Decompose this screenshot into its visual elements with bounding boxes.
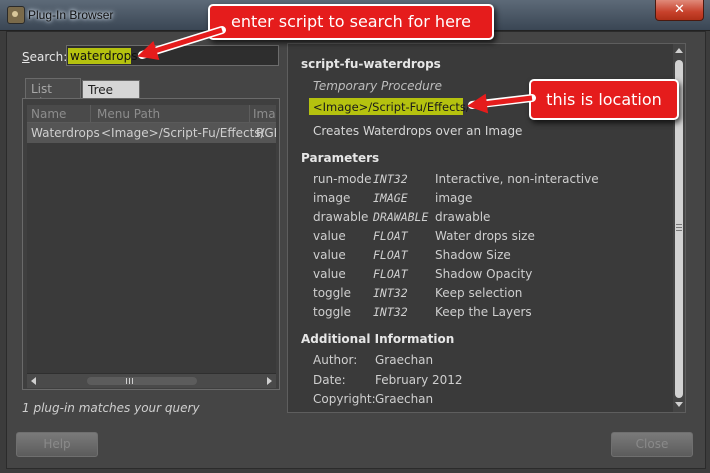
- info-value: Graechan: [375, 392, 434, 406]
- row-name: Waterdrops: [31, 126, 100, 140]
- search-input[interactable]: [70, 48, 270, 63]
- search-label: Search:: [22, 50, 67, 64]
- search-annotation-callout: enter script to search for here: [208, 4, 494, 40]
- scroll-left-arrow-icon[interactable]: [31, 377, 36, 385]
- procedure-name: script-fu-waterdrops: [301, 57, 441, 71]
- additional-info-heading: Additional Information: [301, 332, 455, 346]
- info-label: Copyright:: [313, 392, 376, 406]
- list-header: Name Menu Path Imag: [27, 105, 276, 123]
- parameter-name: toggle: [313, 286, 351, 300]
- parameter-type: INT32: [373, 305, 408, 319]
- search-label-rest: earch:: [29, 50, 68, 64]
- parameter-description: Interactive, non-interactive: [435, 172, 599, 186]
- parameter-description: Water drops size: [435, 229, 535, 243]
- tab-tree-view[interactable]: Tree View: [82, 80, 140, 111]
- column-separator: [249, 105, 250, 122]
- scroll-down-arrow-icon[interactable]: [675, 402, 683, 407]
- plugin-list-panel: Name Menu Path Imag Waterdrops <Image>/S…: [22, 98, 280, 390]
- info-label: Author:: [313, 353, 358, 367]
- search-label-accelerator: S: [22, 50, 30, 64]
- scroll-right-arrow-icon[interactable]: [267, 377, 272, 385]
- info-row-author: Author: Graechan: [313, 353, 433, 367]
- search-input-wrapper[interactable]: [66, 45, 279, 66]
- table-row[interactable]: Waterdrops <Image>/Script-Fu/Effects/ RG…: [27, 123, 276, 143]
- parameter-type: FLOAT: [373, 267, 408, 281]
- column-header-image[interactable]: Imag: [253, 107, 276, 121]
- column-header-menu-path[interactable]: Menu Path: [97, 107, 160, 121]
- close-button[interactable]: Close: [611, 432, 693, 457]
- parameter-type: INT32: [373, 172, 408, 186]
- parameter-name: toggle: [313, 305, 351, 319]
- info-label: Date:: [313, 373, 346, 387]
- column-header-name[interactable]: Name: [31, 107, 66, 121]
- parameter-type: IMAGE: [373, 191, 408, 205]
- parameter-description: drawable: [435, 210, 491, 224]
- scroll-up-arrow-icon[interactable]: [675, 48, 683, 53]
- info-row-date: Date: February 2012: [313, 373, 463, 387]
- procedure-type: Temporary Procedure: [313, 79, 443, 93]
- column-separator: [90, 105, 91, 122]
- info-value: Graechan: [375, 353, 434, 367]
- parameter-name: value: [313, 229, 346, 243]
- parameter-name: image: [313, 191, 351, 205]
- parameter-type: FLOAT: [373, 229, 408, 243]
- parameter-description: Shadow Opacity: [435, 267, 533, 281]
- match-count-text: 1 plug-in matches your query: [22, 401, 200, 415]
- window-close-button[interactable]: ✕: [655, 0, 704, 21]
- row-menu-path: <Image>/Script-Fu/Effects/: [101, 126, 265, 140]
- parameter-name: value: [313, 248, 346, 262]
- parameter-type: DRAWABLE: [373, 210, 429, 224]
- plugin-list: Name Menu Path Imag Waterdrops <Image>/S…: [27, 105, 276, 373]
- info-row-copyright: Copyright: Graechan: [313, 392, 433, 406]
- parameter-description: Keep selection: [435, 286, 523, 300]
- procedure-blurb: Creates Waterdrops over an Image: [313, 124, 523, 138]
- scrollbar-thumb[interactable]: [87, 377, 197, 385]
- tab-list-view[interactable]: List View: [25, 78, 81, 110]
- info-value: February 2012: [375, 373, 463, 387]
- parameter-name: run-mode: [313, 172, 372, 186]
- parameter-type: INT32: [373, 286, 408, 300]
- parameter-description: Keep the Layers: [435, 305, 532, 319]
- parameter-description: Shadow Size: [435, 248, 511, 262]
- location-annotation-callout: this is location: [529, 79, 679, 120]
- list-horizontal-scrollbar[interactable]: [27, 373, 276, 388]
- row-image-types: RGB: [256, 126, 276, 140]
- scrollbar-grip-icon: [676, 222, 682, 231]
- help-button[interactable]: Help: [16, 432, 98, 457]
- gimp-app-icon: [7, 6, 25, 24]
- parameter-type: FLOAT: [373, 248, 408, 262]
- procedure-location: <Image>/Script-Fu/Effects/: [313, 100, 470, 114]
- scrollbar-grip-icon: [126, 378, 135, 384]
- parameters-heading: Parameters: [301, 151, 380, 165]
- parameter-name: value: [313, 267, 346, 281]
- parameter-description: image: [435, 191, 473, 205]
- parameter-name: drawable: [313, 210, 369, 224]
- window-title: Plug-In Browser: [28, 8, 114, 22]
